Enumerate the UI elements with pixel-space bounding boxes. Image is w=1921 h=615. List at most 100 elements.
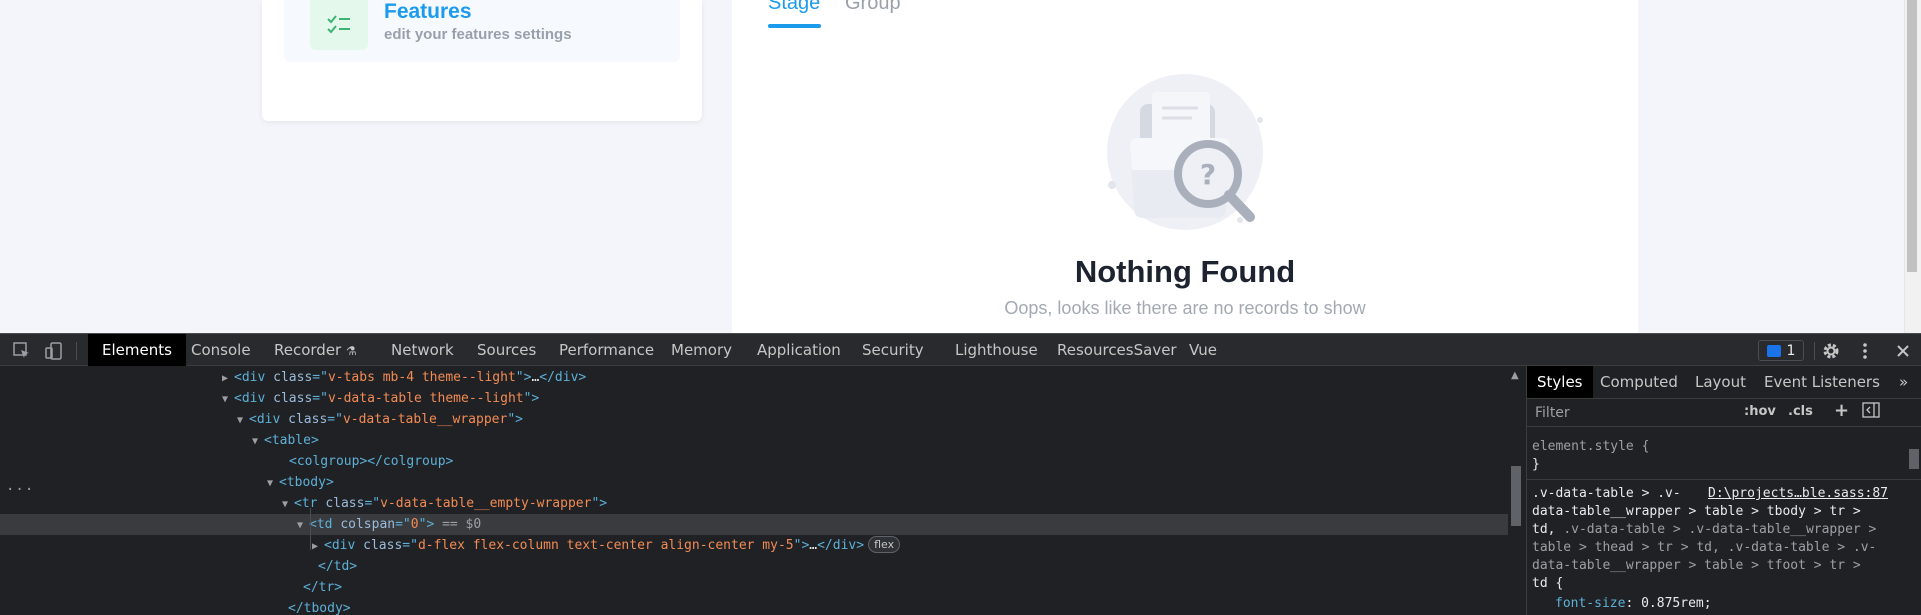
- dom-node-line[interactable]: </tr>: [0, 577, 1508, 598]
- css-declaration[interactable]: font-size: 0.875rem;: [1555, 595, 1712, 613]
- issues-badge[interactable]: 1: [1758, 340, 1804, 361]
- expand-triangle-closed-icon[interactable]: ▶: [312, 536, 324, 557]
- dom-token-attr: class: [363, 538, 403, 553]
- expand-triangle-open-icon[interactable]: ▼: [267, 473, 279, 494]
- dom-node-line[interactable]: ▼ <tbody>: [0, 472, 1508, 493]
- expand-triangle-open-icon[interactable]: ▼: [282, 494, 294, 515]
- device-toolbar-icon[interactable]: [44, 341, 64, 361]
- indent-guide: [310, 508, 311, 550]
- styles-tab-computed[interactable]: Computed: [1594, 366, 1684, 398]
- dom-node-line[interactable]: ▼ <table>: [0, 430, 1508, 451]
- element-style-open[interactable]: element.style {: [1532, 438, 1649, 456]
- dom-node-content: ▼ <table>: [252, 430, 319, 452]
- styles-filter-input[interactable]: [1535, 403, 1735, 423]
- elements-scrollbar[interactable]: ▲: [1508, 366, 1524, 615]
- dom-token-tag: </div>: [539, 370, 587, 385]
- scroll-up-icon[interactable]: ▲: [1511, 370, 1519, 381]
- dom-node-selected[interactable]: ▼ <td colspan="0"> == $0: [0, 514, 1508, 535]
- expand-triangle-open-icon[interactable]: ▼: [252, 431, 264, 452]
- toggle-sidebar-icon[interactable]: [1862, 402, 1880, 422]
- dom-token-attr: colspan: [340, 517, 396, 532]
- devtools-tab-sources[interactable]: Sources: [463, 334, 550, 366]
- tab-stage[interactable]: Stage: [768, 0, 820, 15]
- dom-token-tag: =": [395, 517, 411, 532]
- rule-selector-line-2: data-table__wrapper > table > tbody > tr…: [1532, 504, 1861, 519]
- dom-token-val: d-flex flex-column text-center align-cen…: [417, 538, 794, 553]
- dom-token-val: v-data-table__wrapper: [342, 412, 508, 427]
- devtools-tab-console[interactable]: Console: [177, 334, 265, 366]
- settings-gear-icon[interactable]: [1821, 341, 1841, 361]
- dom-token-tag: ">: [793, 538, 810, 553]
- expand-triangle-open-icon[interactable]: ▼: [297, 515, 309, 536]
- devtools-tab-resourcessaver[interactable]: ResourcesSaver: [1043, 334, 1191, 366]
- page-scrollbar[interactable]: [1904, 0, 1921, 333]
- devtools-tab-elements[interactable]: Elements: [88, 334, 186, 366]
- more-tabs-chevron-icon[interactable]: »: [1893, 366, 1914, 398]
- dom-token-tag: =": [312, 370, 328, 385]
- rule-selector-line-1: .v-data-table > .v-: [1532, 486, 1681, 501]
- dom-token-tag: <div: [234, 370, 274, 385]
- dom-node-line[interactable]: ▼ <div class="v-data-table theme--light">: [0, 388, 1508, 409]
- devtools-tab-performance[interactable]: Performance: [545, 334, 668, 366]
- tab-group[interactable]: Group: [845, 0, 901, 15]
- dom-token-tag: ">: [418, 517, 435, 532]
- styles-tab-layout[interactable]: Layout: [1689, 366, 1752, 398]
- devtools-toolbar: Elements Console Recorder ⚗ Network Sour…: [0, 333, 1921, 366]
- css-property-name[interactable]: font-size: [1555, 596, 1625, 611]
- devtools-tab-vue[interactable]: Vue: [1175, 334, 1231, 366]
- dom-token-attr: class: [288, 412, 328, 427]
- dom-token-tag: ">: [515, 370, 532, 385]
- expand-triangle-open-icon[interactable]: ▼: [222, 389, 234, 410]
- dom-node-line[interactable]: ▶ <div class="v-tabs mb-4 theme--light">……: [0, 367, 1508, 388]
- issues-count: 1: [1786, 342, 1796, 359]
- features-subtitle: edit your features settings: [384, 26, 572, 43]
- inspect-element-icon[interactable]: [12, 341, 32, 361]
- toolbar-divider: [76, 342, 77, 360]
- expand-triangle-open-icon[interactable]: ▼: [237, 410, 249, 431]
- flex-badge[interactable]: flex: [868, 536, 901, 553]
- devtools-tab-network[interactable]: Network: [377, 334, 468, 366]
- dom-node-content: </td>: [318, 556, 357, 577]
- devtools-tab-recorder[interactable]: Recorder ⚗: [260, 334, 371, 366]
- dom-node-line[interactable]: ▶ <div class="d-flex flex-column text-cen…: [0, 535, 1508, 556]
- devtools-tab-memory[interactable]: Memory: [657, 334, 746, 366]
- rule-divider: [1527, 479, 1921, 480]
- dom-node-line[interactable]: </td>: [0, 556, 1508, 577]
- page-scrollbar-thumb[interactable]: [1907, 0, 1917, 272]
- dom-token-tag: =": [402, 538, 418, 553]
- close-devtools-icon[interactable]: [1893, 341, 1913, 361]
- dom-token-tag: ">: [507, 412, 523, 427]
- dom-node-line[interactable]: <colgroup></colgroup>: [0, 451, 1508, 472]
- dom-token-tag: =": [364, 496, 381, 511]
- styles-tab-styles[interactable]: Styles: [1527, 366, 1593, 398]
- styles-scrollbar-thumb[interactable]: [1909, 449, 1919, 469]
- css-property-value[interactable]: 0.875rem;: [1641, 596, 1711, 611]
- devtools-tab-lighthouse[interactable]: Lighthouse: [941, 334, 1052, 366]
- dom-node-line[interactable]: </tbody>: [0, 598, 1508, 615]
- expand-triangle-closed-icon[interactable]: ▶: [222, 368, 234, 389]
- features-menu-item[interactable]: Features edit your features settings: [284, 0, 680, 62]
- dom-token-tag: =": [312, 391, 328, 406]
- dom-node-content: </tr>: [303, 577, 342, 598]
- dom-node-line[interactable]: ▼ <div class="v-data-table__wrapper">: [0, 409, 1508, 430]
- class-toggle[interactable]: .cls: [1788, 404, 1813, 419]
- hover-state-toggle[interactable]: :hov: [1744, 404, 1776, 419]
- devtools-tab-recorder-label: Recorder: [274, 341, 342, 359]
- elements-scrollbar-thumb[interactable]: [1511, 466, 1521, 526]
- features-title: Features: [384, 0, 472, 23]
- styles-filter-row: :hov .cls +: [1527, 399, 1921, 427]
- rule-selector-line-4: table > thead > tr > td, .v-data-table >…: [1532, 540, 1877, 555]
- styles-scrollbar[interactable]: [1907, 429, 1921, 615]
- rule-source-link[interactable]: D:\projects…ble.sass:87: [1708, 485, 1888, 503]
- styles-tab-event-listeners[interactable]: Event Listeners: [1758, 366, 1886, 398]
- devtools-tab-application[interactable]: Application: [743, 334, 855, 366]
- row-more-options-icon[interactable]: ···: [6, 482, 34, 498]
- dom-node-line[interactable]: ▼ <tr class="v-data-table__empty-wrapper"…: [0, 493, 1508, 514]
- more-options-icon[interactable]: [1855, 341, 1875, 361]
- devtools-tab-security[interactable]: Security: [848, 334, 938, 366]
- dom-node-content: ▼ <td colspan="0"> == $0: [297, 514, 481, 536]
- settings-menu-card: Features edit your features settings: [262, 0, 702, 121]
- elements-dom-tree[interactable]: ▶ <div class="v-tabs mb-4 theme--light">……: [0, 366, 1508, 615]
- new-style-rule-icon[interactable]: +: [1834, 400, 1849, 421]
- dom-node-content: </tbody>: [288, 598, 351, 615]
